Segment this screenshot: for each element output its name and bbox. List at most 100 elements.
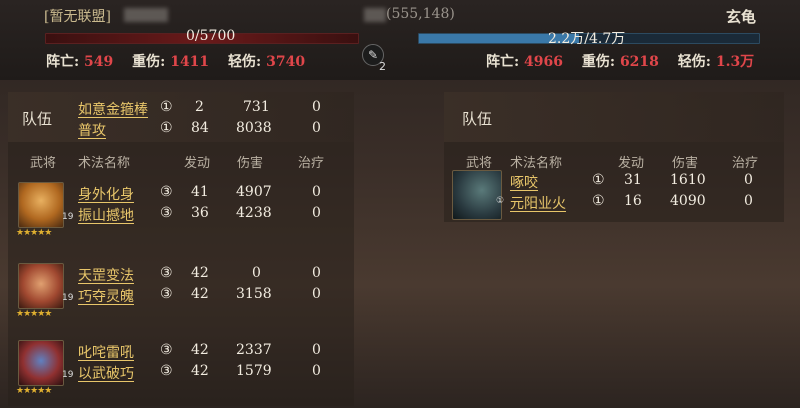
- skill-name[interactable]: 身外化身: [78, 184, 134, 204]
- damage-value: 4238: [236, 205, 272, 221]
- trigger-count: 16: [624, 193, 642, 209]
- col-skill: 术法名称: [78, 156, 131, 171]
- trigger-count: 84: [191, 120, 209, 136]
- heavy-label: 重伤:: [132, 54, 166, 70]
- skill-name[interactable]: 普攻: [78, 120, 106, 140]
- damage-value: 2337: [236, 342, 272, 358]
- skill-name[interactable]: 巧夺灵魄: [78, 286, 134, 306]
- damage-value: 4090: [670, 193, 706, 209]
- team-header: 队伍: [8, 92, 354, 142]
- damage-value: 1610: [670, 172, 706, 188]
- skill-level: ③: [160, 342, 173, 358]
- damage-value: 1579: [236, 363, 272, 379]
- trigger-count: 42: [191, 265, 209, 281]
- hero-portrait-red-boy[interactable]: [18, 263, 64, 309]
- right-casualty-stats: 阵亡: 4966 重伤: 6218 轻伤: 1.3万: [486, 51, 768, 71]
- heal-value: 0: [312, 265, 321, 281]
- blurred-player-name: [124, 8, 168, 22]
- team-label: 队伍: [462, 110, 493, 128]
- right-team-panel: 队伍 武将 术法名称 发动 伤害 治疗 ① 啄咬 ① 31 1610 0 元阳业…: [444, 92, 784, 222]
- trigger-count: 41: [191, 184, 209, 200]
- dead-label: 阵亡:: [46, 54, 80, 70]
- left-casualty-stats: 阵亡: 549 重伤: 1411 轻伤: 3740: [46, 51, 319, 71]
- trigger-count: 42: [191, 342, 209, 358]
- skill-name[interactable]: 元阳业火: [510, 193, 566, 213]
- heal-value: 0: [312, 363, 321, 379]
- hero-row[interactable]: 19 ★★★★★ 叱咤雷吼 ③ 42 2337 0 以武破巧 ③ 42 1579…: [8, 336, 354, 406]
- col-heal: 治疗: [732, 156, 759, 171]
- skill-level: ①: [160, 99, 173, 115]
- left-team-panel: 队伍 如意金箍棒 ① 2 731 0 普攻 ① 84 8038 0 武将 术法名…: [8, 92, 354, 406]
- skill-name[interactable]: 如意金箍棒: [78, 99, 148, 119]
- trigger-count: 2: [195, 99, 204, 115]
- coordinates[interactable]: (555,148): [386, 6, 455, 22]
- dead-count: 4966: [524, 54, 564, 70]
- heavy-count: 1411: [170, 54, 210, 70]
- dead-count: 549: [84, 54, 114, 70]
- damage-value: 731: [243, 99, 270, 115]
- blurred-location-name: [364, 8, 386, 22]
- damage-value: 4907: [236, 184, 272, 200]
- light-count: 3740: [266, 54, 306, 70]
- skill-level: ③: [160, 286, 173, 302]
- heal-value: 0: [312, 99, 321, 115]
- col-triggers: 发动: [618, 156, 645, 171]
- skill-name[interactable]: 振山撼地: [78, 205, 134, 225]
- hero-level: ①: [496, 196, 505, 206]
- alliance-name: [暂无联盟]: [44, 9, 111, 25]
- heal-value: 0: [312, 286, 321, 302]
- skill-name[interactable]: 天罡变法: [78, 265, 134, 285]
- col-general: 武将: [30, 156, 57, 171]
- right-troop-text: 2.2万/4.7万: [548, 31, 626, 47]
- light-count: 1.3万: [715, 54, 755, 70]
- heal-value: 0: [744, 172, 753, 188]
- skill-level: ①: [160, 120, 173, 136]
- skill-level: ③: [160, 184, 173, 200]
- hero-stars: ★★★★★: [16, 386, 52, 396]
- col-general: 武将: [466, 156, 493, 171]
- damage-value: 8038: [236, 120, 272, 136]
- hero-level: 19: [62, 293, 74, 303]
- hero-stars: ★★★★★: [16, 309, 52, 319]
- damage-value: 3158: [236, 286, 272, 302]
- heal-value: 0: [312, 184, 321, 200]
- hero-row[interactable]: 19 ★★★★★ 身外化身 ③ 41 4907 0 振山撼地 ③ 36 4238…: [8, 178, 354, 248]
- hero-level: 19: [62, 370, 74, 380]
- light-label: 轻伤:: [228, 54, 262, 70]
- dead-label: 阵亡:: [486, 54, 520, 70]
- hero-stars: ★★★★★: [16, 228, 52, 238]
- trigger-count: 36: [191, 205, 209, 221]
- col-damage: 伤害: [237, 156, 264, 171]
- skill-level: ③: [160, 205, 173, 221]
- team-label: 队伍: [22, 110, 53, 128]
- team-header: 队伍: [444, 92, 784, 142]
- skill-level: ①: [592, 193, 605, 209]
- enemy-name: 玄龟: [725, 8, 756, 26]
- col-heal: 治疗: [298, 156, 325, 171]
- battle-round-count: 2: [379, 60, 386, 73]
- col-triggers: 发动: [184, 156, 211, 171]
- skill-name[interactable]: 以武破巧: [78, 363, 134, 383]
- heavy-label: 重伤:: [581, 54, 616, 70]
- hero-row[interactable]: 19 ★★★★★ 天罡变法 ③ 42 0 0 巧夺灵魄 ③ 42 3158 0: [8, 259, 354, 329]
- skill-name[interactable]: 叱咤雷吼: [78, 342, 134, 362]
- col-damage: 伤害: [672, 156, 699, 171]
- hero-level: 19: [62, 212, 74, 222]
- col-skill: 术法名称: [510, 156, 563, 171]
- light-label: 轻伤:: [677, 54, 711, 70]
- hero-portrait-monkey-king[interactable]: [18, 182, 64, 228]
- heavy-count: 6218: [619, 54, 659, 70]
- heal-value: 0: [312, 342, 321, 358]
- left-troop-text: 0/5700: [186, 28, 236, 44]
- heal-value: 0: [312, 120, 321, 136]
- enemy-portrait-turtle[interactable]: [452, 170, 502, 220]
- trigger-count: 42: [191, 286, 209, 302]
- skill-level: ①: [592, 172, 605, 188]
- skill-level: ③: [160, 363, 173, 379]
- heal-value: 0: [312, 205, 321, 221]
- hero-portrait-thunder-god[interactable]: [18, 340, 64, 386]
- skill-name[interactable]: 啄咬: [510, 172, 538, 192]
- trigger-count: 31: [624, 172, 642, 188]
- trigger-count: 42: [191, 363, 209, 379]
- skill-level: ③: [160, 265, 173, 281]
